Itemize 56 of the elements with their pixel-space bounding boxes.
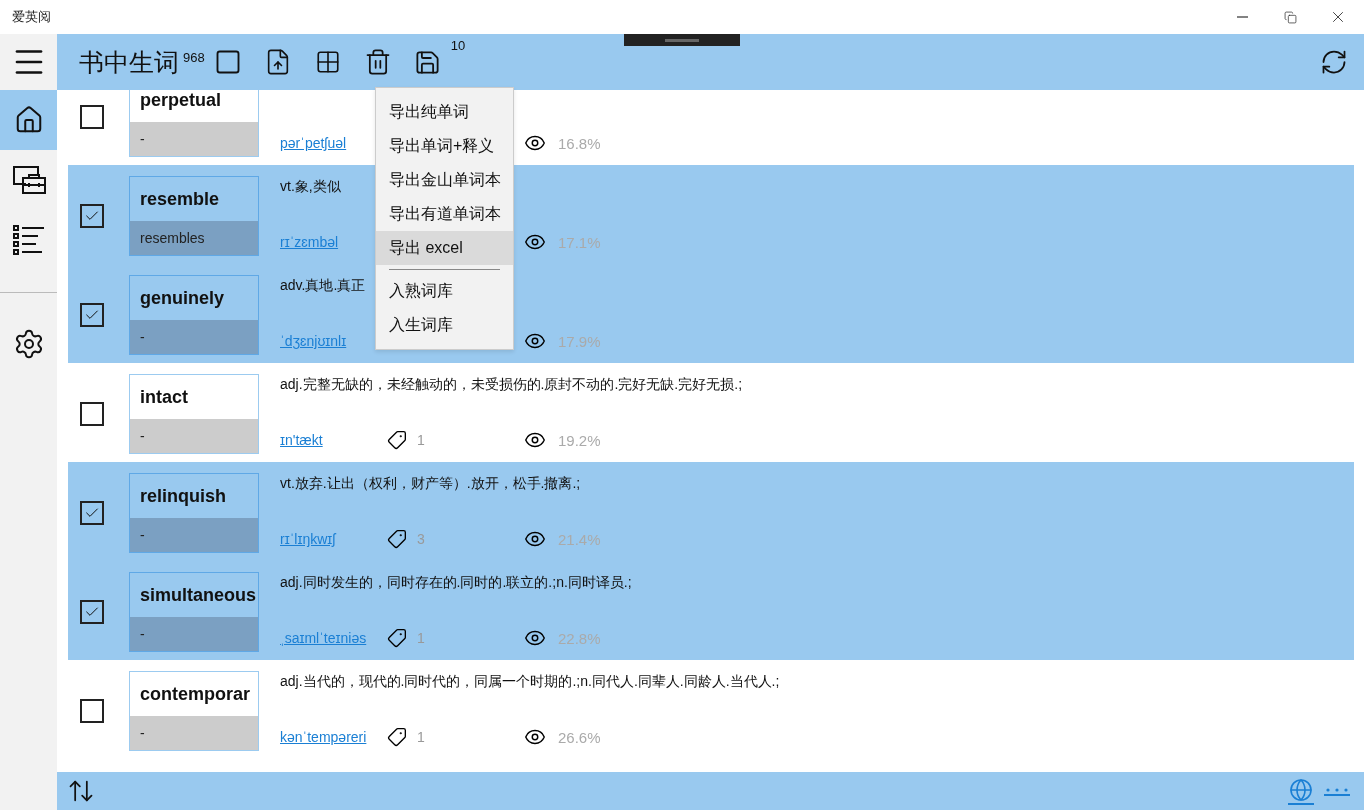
- checkbox[interactable]: [80, 204, 104, 228]
- app-title: 爱英阅: [12, 8, 52, 26]
- tag-icon: [387, 430, 407, 450]
- menu-item[interactable]: 入熟词库: [376, 274, 513, 308]
- checkbox[interactable]: [80, 105, 104, 129]
- tag-count: 1: [417, 729, 425, 745]
- tag-icon: [387, 628, 407, 648]
- menu-item[interactable]: 入生词库: [376, 308, 513, 342]
- menu-item[interactable]: 导出纯单词: [376, 95, 513, 129]
- phonetic-link[interactable]: kənˈtempəreri: [280, 729, 387, 745]
- monitor-toolbox-icon: [11, 165, 46, 195]
- checkbox[interactable]: [80, 600, 104, 624]
- seen-percent: 22.8%: [558, 629, 601, 647]
- tag-icon: [387, 727, 407, 747]
- drag-handle[interactable]: [624, 34, 740, 46]
- phonetic-link[interactable]: ɪn'tækt: [280, 432, 387, 448]
- seen-percent: 17.9%: [558, 332, 601, 350]
- word-forms: -: [130, 320, 258, 354]
- tag-icon: [387, 529, 407, 549]
- page-title: 书中生词: [79, 46, 179, 79]
- selected-count: 10: [450, 38, 466, 53]
- definition-text: adj.同时发生的，同时存在的.同时的.联立的.;n.同时译员.;: [280, 574, 632, 592]
- definition-text: adv.真地.真正: [280, 277, 366, 295]
- definition-text: vt.象,类似: [280, 178, 341, 196]
- seen-percent: 26.6%: [558, 728, 601, 746]
- definition-text: adj.完整无缺的，未经触动的，未受损伤的.原封不动的.完好无缺.完好无损.;: [280, 376, 743, 394]
- tag-count: 1: [417, 432, 425, 448]
- definition-text: vt.放弃.让出（权利，财产等）.放开，松手.撤离.;: [280, 475, 581, 493]
- word-forms: -: [130, 122, 258, 156]
- tag-count: 3: [417, 531, 425, 547]
- home-nav-button[interactable]: [0, 90, 57, 150]
- word-row[interactable]: simultaneous - adj.同时发生的，同时存在的.同时的.联立的.;n.同时译员.; ˌsaɪmlˈteɪniəs 1 22.8%: [68, 561, 1354, 660]
- seen-percent: 21.4%: [558, 530, 601, 548]
- minimize-icon: [1236, 16, 1248, 18]
- seen-percent: 17.1%: [558, 233, 601, 251]
- menu-item[interactable]: 导出单词+释义: [376, 129, 513, 163]
- seen-percent: 19.2%: [558, 431, 601, 449]
- word-forms: -: [130, 419, 258, 453]
- checkbox[interactable]: [80, 303, 104, 327]
- menu-item[interactable]: 导出 excel: [376, 231, 513, 265]
- seen-percent: 16.8%: [558, 134, 601, 152]
- tag-count: 1: [417, 630, 425, 646]
- checkbox[interactable]: [80, 402, 104, 426]
- restore-icon: [1283, 10, 1297, 24]
- word-count: 968: [183, 50, 205, 65]
- word-row[interactable]: relinquish - vt.放弃.让出（权利，财产等）.放开，松手.撤离.; rɪˈlɪŋkwɪʃ 3 21.4%: [68, 462, 1354, 561]
- definition-text: adj.当代的，现代的.同时代的，同属一个时期的.;n.同代人.同辈人.同龄人.当代人.;: [280, 673, 780, 691]
- list-icon: [12, 225, 45, 255]
- word-forms: -: [130, 518, 258, 552]
- checkbox[interactable]: [80, 699, 104, 723]
- word-forms: -: [130, 617, 258, 651]
- word-forms: resembles: [130, 221, 258, 255]
- menu-item[interactable]: 导出金山单词本: [376, 163, 513, 197]
- menu-item[interactable]: 导出有道单词本: [376, 197, 513, 231]
- checkbox[interactable]: [80, 501, 104, 525]
- word-forms: -: [130, 716, 258, 750]
